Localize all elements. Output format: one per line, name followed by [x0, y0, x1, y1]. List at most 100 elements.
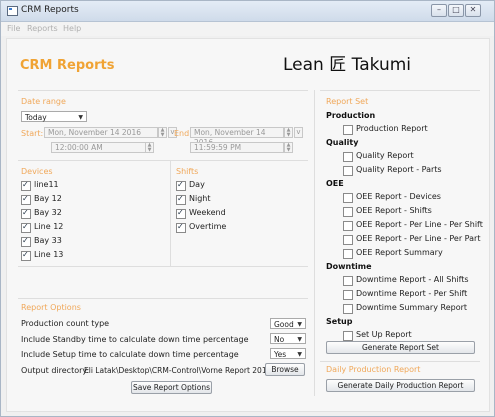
report-item-label: Quality Report — [356, 151, 414, 160]
output-dir-label: Output directory: — [21, 366, 90, 375]
chevron-down-icon: ▼ — [297, 336, 302, 343]
close-icon[interactable]: ✕ — [465, 4, 481, 17]
report-item-label: OEE Report - Per Line - Per Shift — [356, 220, 483, 229]
shift-item-checkbox[interactable] — [176, 194, 186, 205]
chevron-down-icon: ▼ — [78, 114, 83, 121]
option-label: Production count type — [21, 319, 110, 328]
report-item-label: Downtime Report - All Shifts — [356, 275, 469, 284]
shift-item-label: Day — [189, 180, 205, 189]
device-item-checkbox[interactable] — [21, 180, 31, 191]
report-group-heading: Production — [326, 111, 376, 120]
report-item-checkbox[interactable] — [343, 304, 353, 314]
report-item-checkbox[interactable] — [343, 152, 353, 162]
browse-button[interactable]: Browse — [265, 363, 305, 376]
shift-item-label: Night — [189, 194, 211, 203]
start-label: Start: — [21, 129, 44, 138]
report-item-checkbox[interactable] — [343, 221, 353, 231]
report-item-label: Downtime Report - Per Shift — [356, 289, 468, 298]
report-item-checkbox[interactable] — [343, 166, 353, 176]
start-time-field[interactable]: 12:00:00 AM — [51, 142, 147, 153]
setup-select[interactable]: Yes ▼ — [270, 348, 306, 359]
divider — [18, 90, 308, 91]
end-time-spinner[interactable]: ▲ ▼ — [284, 142, 293, 153]
divider — [314, 90, 315, 396]
title-bar[interactable]: CRM Reports – □ ✕ — [1, 1, 494, 22]
menu-file[interactable]: File — [7, 24, 20, 33]
device-item-checkbox[interactable] — [21, 194, 31, 205]
report-item-label: OEE Report - Devices — [356, 192, 441, 201]
report-item-checkbox[interactable] — [343, 276, 353, 286]
device-item-label: Line 12 — [34, 222, 64, 231]
shift-item-checkbox[interactable] — [176, 180, 186, 191]
save-report-options-button[interactable]: Save Report Options — [131, 381, 212, 394]
report-item-label: Production Report — [356, 124, 428, 133]
end-time-field[interactable]: 11:59:59 PM — [190, 142, 284, 153]
report-item-label: OEE Report - Shifts — [356, 206, 432, 215]
report-options-label: Report Options — [21, 303, 81, 312]
report-item-checkbox[interactable] — [343, 125, 353, 135]
divider — [320, 361, 480, 362]
start-date-field[interactable]: Mon, November 14 2016 — [44, 127, 158, 138]
output-dir-path: Eli Latak\Desktop\CRM-Control\Vorne Repo… — [84, 366, 272, 375]
menu-bar: File Reports Help — [1, 22, 494, 36]
start-date-spinner[interactable]: ▲ ▼ — [158, 127, 167, 138]
report-group-heading: Downtime — [326, 262, 372, 271]
report-item-label: Downtime Summary Report — [356, 303, 468, 312]
end-date-dropdown[interactable]: v — [294, 127, 303, 138]
divider — [18, 298, 308, 299]
shift-item-checkbox[interactable] — [176, 208, 186, 219]
device-item-label: Bay 33 — [34, 236, 62, 245]
start-time-spinner[interactable]: ▲ ▼ — [145, 142, 154, 153]
device-item-checkbox[interactable] — [21, 208, 31, 219]
window-title: CRM Reports — [21, 5, 79, 15]
divider — [18, 266, 308, 267]
report-item-checkbox[interactable] — [343, 290, 353, 300]
end-date-spinner[interactable]: ▲ ▼ — [284, 127, 293, 138]
divider — [18, 160, 308, 161]
report-group-heading: Quality — [326, 138, 359, 147]
report-item-checkbox[interactable] — [343, 207, 353, 217]
shifts-label: Shifts — [176, 167, 199, 176]
shift-item-label: Weekend — [189, 208, 226, 217]
report-item-checkbox[interactable] — [343, 193, 353, 203]
divider — [170, 160, 171, 266]
divider — [320, 90, 480, 91]
app-icon — [7, 6, 18, 16]
menu-reports[interactable]: Reports — [27, 24, 58, 33]
report-item-checkbox[interactable] — [343, 249, 353, 259]
date-range-label: Date range — [21, 97, 66, 106]
shift-item-label: Overtime — [189, 222, 227, 231]
standby-select[interactable]: No ▼ — [270, 333, 306, 344]
device-item-label: Bay 32 — [34, 208, 62, 217]
date-preset-select[interactable]: Today ▼ — [21, 111, 87, 122]
report-item-checkbox[interactable] — [343, 331, 353, 341]
device-item-checkbox[interactable] — [21, 236, 31, 247]
shift-item-checkbox[interactable] — [176, 222, 186, 233]
maximize-icon[interactable]: □ — [448, 4, 464, 17]
production-count-select[interactable]: Good ▼ — [270, 318, 306, 329]
report-set-label: Report Set — [326, 97, 369, 106]
report-item-label: Quality Report - Parts — [356, 165, 442, 174]
device-item-label: Bay 12 — [34, 194, 62, 203]
chevron-down-icon: ▼ — [297, 351, 302, 358]
generate-report-set-button[interactable]: Generate Report Set — [326, 341, 475, 354]
option-label: Include Standby time to calculate down t… — [21, 335, 249, 344]
report-group-heading: OEE — [326, 179, 344, 188]
option-label: Include Setup time to calculate down tim… — [21, 350, 239, 359]
device-item-label: Line 13 — [34, 250, 64, 259]
report-item-label: OEE Report Summary — [356, 248, 443, 257]
report-item-label: Set Up Report — [356, 330, 412, 339]
generate-daily-report-button[interactable]: Generate Daily Production Report — [326, 379, 475, 392]
minimize-icon[interactable]: – — [431, 4, 447, 17]
device-item-checkbox[interactable] — [21, 250, 31, 261]
app-title: CRM Reports — [20, 58, 115, 73]
menu-help[interactable]: Help — [63, 24, 81, 33]
daily-report-label: Daily Production Report — [326, 365, 421, 374]
report-group-heading: Setup — [326, 317, 353, 326]
end-date-field[interactable]: Mon, November 14 2016 — [190, 127, 284, 147]
brand-logo: Lean 匠 Takumi — [283, 55, 411, 75]
chevron-down-icon: ▼ — [297, 321, 302, 328]
report-item-label: OEE Report - Per Line - Per Part — [356, 234, 481, 243]
report-item-checkbox[interactable] — [343, 235, 353, 245]
device-item-checkbox[interactable] — [21, 222, 31, 233]
